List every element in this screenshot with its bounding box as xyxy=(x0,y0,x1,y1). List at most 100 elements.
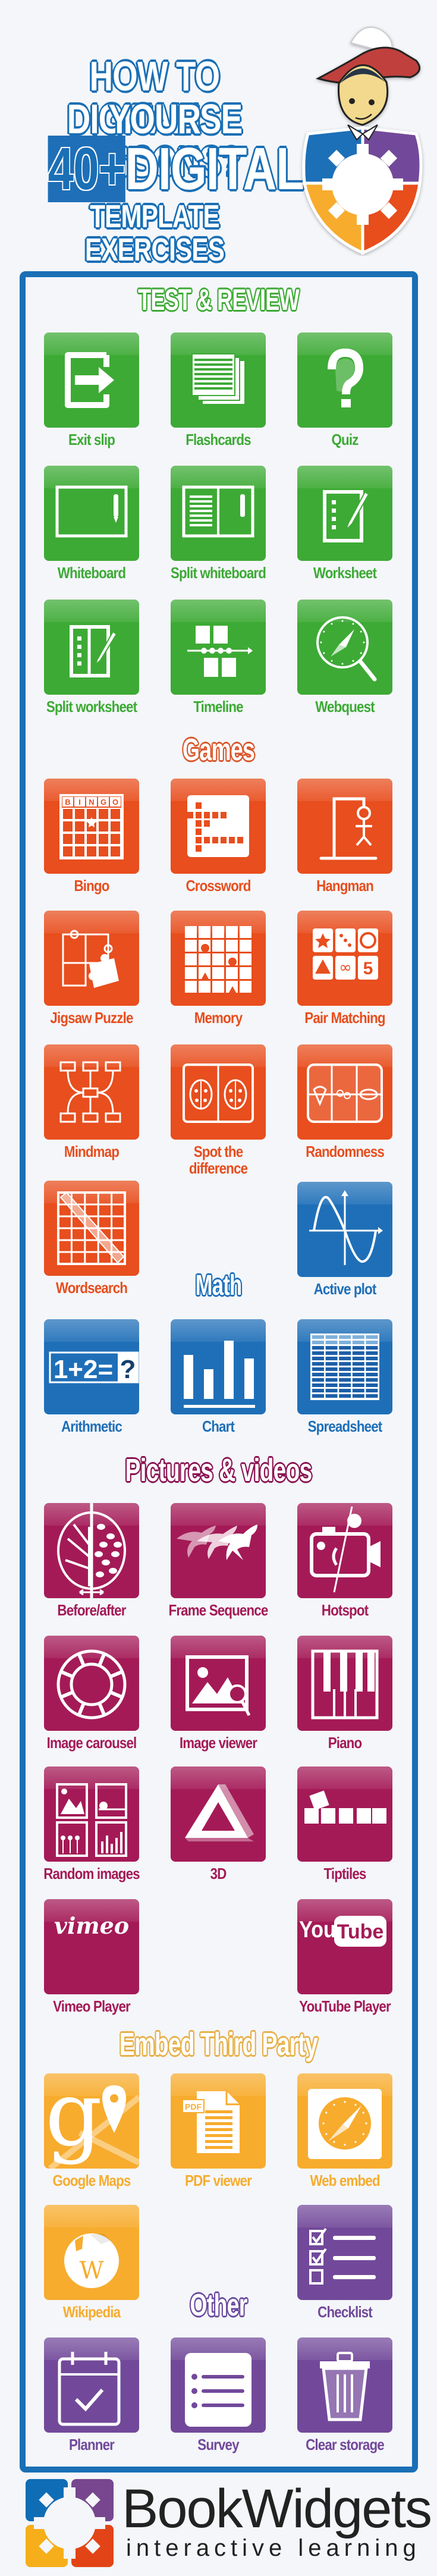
widget-tile-chart[interactable] xyxy=(171,1319,266,1414)
widget-tile-clear-storage[interactable] xyxy=(297,2337,392,2433)
widget-tile-image-viewer[interactable] xyxy=(171,1636,266,1731)
widget-label-survey[interactable]: Survey xyxy=(157,2436,279,2453)
widget-tile-worksheet[interactable] xyxy=(297,466,392,561)
widget-tile-spreadsheet[interactable] xyxy=(297,1319,392,1414)
widget-tile-tiptiles[interactable] xyxy=(297,1767,392,1862)
widget-tile-wordsearch[interactable] xyxy=(44,1181,139,1276)
widget-label-split-whiteboard[interactable]: Split whiteboard xyxy=(157,564,279,581)
widget-tile-piano[interactable] xyxy=(297,1636,392,1731)
headline-line-3: 40+DIGITAL xyxy=(48,136,304,202)
widget-tile-google-maps[interactable]: g xyxy=(44,2073,139,2169)
survey-list-icon xyxy=(185,2353,251,2427)
widget-label-vimeo-player[interactable]: Vimeo Player xyxy=(30,1998,153,2015)
widget-tile-before-after[interactable] xyxy=(44,1503,139,1598)
widget-label-mindmap[interactable]: Mindmap xyxy=(30,1143,153,1160)
widget-tile-timeline[interactable] xyxy=(171,600,266,695)
widget-label-web-embed[interactable]: Web embed xyxy=(284,2172,406,2189)
widget-tile-frame-sequence[interactable] xyxy=(171,1503,266,1598)
widget-tile-hangman[interactable] xyxy=(297,779,392,874)
widget-tile-split-worksheet[interactable] xyxy=(44,600,139,695)
split-whiteboard-icon xyxy=(182,485,254,538)
widget-tile-pdf-viewer[interactable]: PDF xyxy=(171,2073,266,2169)
widget-label-split-worksheet[interactable]: Split worksheet xyxy=(30,698,153,715)
widget-tile-bingo[interactable]: BINGO xyxy=(44,779,139,874)
svg-text:G: G xyxy=(100,798,106,807)
widget-label-google-maps[interactable]: Google Maps xyxy=(30,2172,153,2189)
widget-label-quiz[interactable]: Quiz xyxy=(284,431,406,448)
widget-tile-exit-slip[interactable] xyxy=(44,332,139,428)
widget-label-bingo[interactable]: Bingo xyxy=(30,877,153,894)
widget-label-exit-slip[interactable]: Exit slip xyxy=(30,431,153,448)
widget-label-timeline[interactable]: Timeline xyxy=(157,698,279,715)
widget-tile-split-whiteboard[interactable] xyxy=(171,466,266,561)
widget-label-chart[interactable]: Chart xyxy=(157,1418,279,1435)
widget-label-clear-storage[interactable]: Clear storage xyxy=(284,2436,406,2453)
spreadsheet-icon xyxy=(310,1334,379,1400)
widget-label-worksheet[interactable]: Worksheet xyxy=(284,564,406,581)
pdf-document-icon: PDF xyxy=(182,2091,240,2153)
widget-tile-web-embed[interactable] xyxy=(297,2073,392,2169)
widget-label-pdf-viewer[interactable]: PDF viewer xyxy=(157,2172,279,2189)
widget-label-arithmetic[interactable]: Arithmetic xyxy=(30,1418,153,1435)
widget-tile-hotspot[interactable] xyxy=(297,1503,392,1598)
widget-tile-planner[interactable] xyxy=(44,2337,139,2433)
penrose-triangle-icon xyxy=(185,1784,254,1841)
carousel-icon xyxy=(56,1649,127,1720)
widget-tile-youtube-player[interactable]: You Tube xyxy=(297,1899,392,1994)
widget-tile-image-carousel[interactable] xyxy=(44,1636,139,1731)
camera-hotspot-icon xyxy=(310,1506,381,1593)
widget-label-piano[interactable]: Piano xyxy=(284,1734,406,1751)
widget-tile-jigsaw-puzzle[interactable] xyxy=(44,911,139,1006)
widget-label-image-carousel[interactable]: Image carousel xyxy=(30,1734,153,1751)
widget-label-frame-sequence[interactable]: Frame Sequence xyxy=(157,1602,279,1618)
svg-text:g: g xyxy=(45,2073,102,2166)
widget-tile-memory[interactable] xyxy=(171,911,266,1006)
widget-label-hotspot[interactable]: Hotspot xyxy=(284,1602,406,1618)
svg-text:N: N xyxy=(89,798,94,807)
widget-label-crossword[interactable]: Crossword xyxy=(157,877,279,894)
widget-tile-whiteboard[interactable] xyxy=(44,466,139,561)
widget-label-before-after[interactable]: Before/after xyxy=(30,1602,153,1618)
trash-icon xyxy=(320,2352,370,2421)
widget-label-hangman[interactable]: Hangman xyxy=(284,877,406,894)
widget-tile-survey[interactable] xyxy=(171,2337,266,2433)
widget-label-randomness[interactable]: Randomness xyxy=(284,1143,406,1160)
widget-label-whiteboard[interactable]: Whiteboard xyxy=(30,564,153,581)
widget-label-webquest[interactable]: Webquest xyxy=(284,698,406,715)
widget-tile-spot-the-difference[interactable] xyxy=(171,1044,266,1140)
widget-tile-randomness[interactable] xyxy=(297,1044,392,1140)
widget-tile-checklist[interactable] xyxy=(297,2205,392,2300)
widget-label-image-viewer[interactable]: Image viewer xyxy=(157,1734,279,1751)
widget-label-flashcards[interactable]: Flashcards xyxy=(157,431,279,448)
sine-plot-icon xyxy=(309,1190,383,1265)
widget-tile-vimeo-player[interactable]: vimeo xyxy=(44,1899,139,1994)
widget-tile-wikipedia[interactable]: W xyxy=(44,2205,139,2300)
widget-tile-flashcards[interactable] xyxy=(171,332,266,428)
section-title-math: Math xyxy=(195,1270,242,1301)
widget-tile-mindmap[interactable] xyxy=(44,1044,139,1140)
svg-text:vimeo: vimeo xyxy=(54,1912,129,1939)
widget-label-memory[interactable]: Memory xyxy=(157,1009,279,1026)
widget-label-jigsaw-puzzle[interactable]: Jigsaw Puzzle xyxy=(30,1009,153,1026)
widget-tile-active-plot[interactable] xyxy=(297,1182,392,1277)
widget-tile-pair-matching[interactable]: ∞ 5 xyxy=(297,911,392,1006)
widget-label-tiptiles[interactable]: Tiptiles xyxy=(284,1865,406,1882)
widget-tile-crossword[interactable] xyxy=(171,779,266,874)
widget-tile-arithmetic[interactable]: 1+2=? xyxy=(44,1319,139,1414)
widget-label-youtube-player[interactable]: YouTube Player xyxy=(284,1998,406,2015)
widget-label-spreadsheet[interactable]: Spreadsheet xyxy=(284,1418,406,1435)
widget-label-pair-matching[interactable]: Pair Matching xyxy=(284,1009,406,1026)
widget-label-random-images[interactable]: Random images xyxy=(30,1865,153,1882)
bookwidgets-logo-icon xyxy=(26,2479,114,2567)
widget-label-spot-the-difference[interactable]: Spot the difference xyxy=(175,1143,262,1176)
section-title-embed-third-party: Embed Third Party xyxy=(119,2026,318,2062)
widget-label-planner[interactable]: Planner xyxy=(30,2436,153,2453)
compass-magnifier-icon xyxy=(316,616,377,682)
image-zoom-icon xyxy=(186,1655,251,1717)
widget-tile-random-images[interactable] xyxy=(44,1767,139,1862)
widget-tile-3d[interactable] xyxy=(171,1767,266,1862)
widget-tile-webquest[interactable] xyxy=(297,600,392,695)
widget-label-3d[interactable]: 3D xyxy=(157,1865,279,1882)
svg-text:PDF: PDF xyxy=(185,2102,202,2111)
widget-tile-quiz[interactable] xyxy=(297,332,392,428)
